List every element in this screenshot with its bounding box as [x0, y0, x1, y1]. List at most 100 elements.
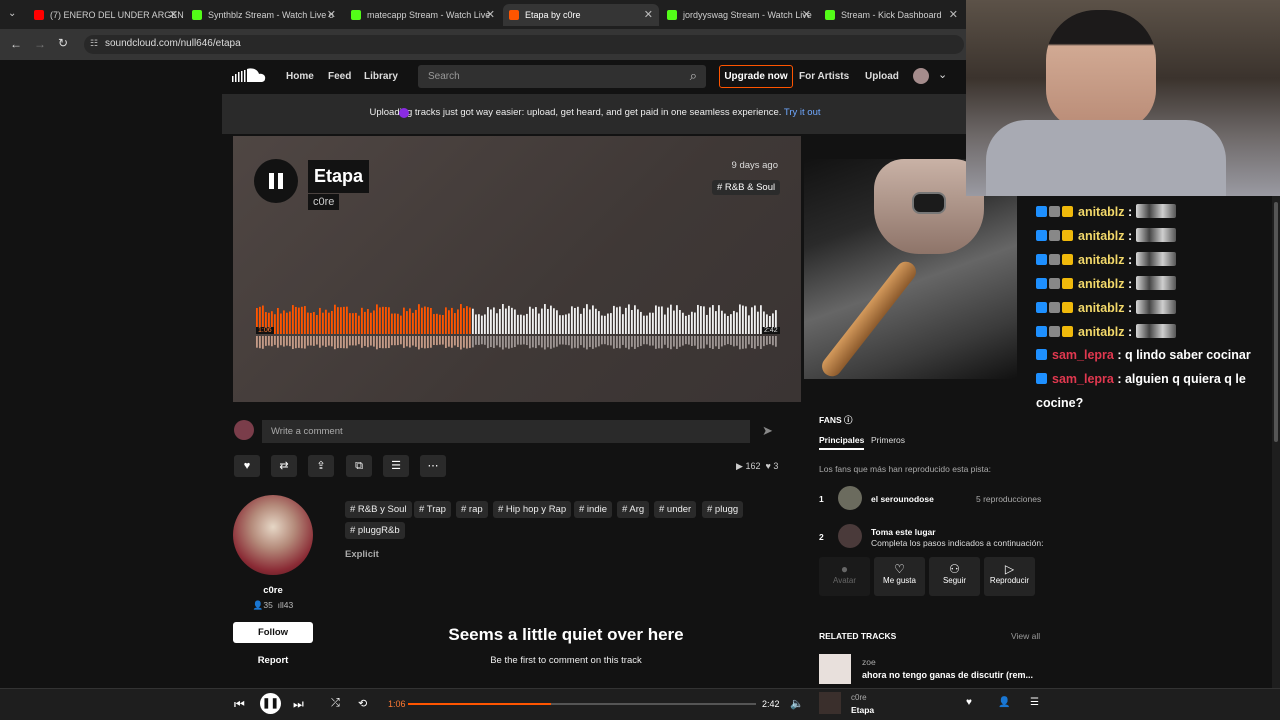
- chat-message-continuation: cocine?: [1036, 396, 1084, 410]
- view-all-link[interactable]: View all: [1011, 631, 1040, 641]
- chat-username[interactable]: anitablz: [1078, 205, 1125, 219]
- chat-username[interactable]: sam_lepra: [1052, 372, 1114, 386]
- copy-link-button[interactable]: ⧉: [346, 455, 372, 477]
- play-step-button[interactable]: ▷ Reproducir: [984, 557, 1035, 596]
- site-info-icon[interactable]: ☷: [90, 38, 98, 49]
- browser-tab[interactable]: matecapp Stream - Watch Live ✕: [345, 4, 501, 26]
- now-playing-artwork[interactable]: [819, 692, 841, 714]
- chat-username[interactable]: sam_lepra: [1052, 348, 1114, 362]
- tab-close-icon[interactable]: ✕: [644, 8, 653, 21]
- fan-avatar[interactable]: [838, 486, 862, 510]
- waveform-reflection: [643, 336, 645, 345]
- related-title[interactable]: ahora no tengo ganas de discutir (rem...: [862, 670, 1033, 680]
- url-field[interactable]: ☷ soundcloud.com/null646/etapa: [84, 35, 964, 54]
- scrollbar[interactable]: [1272, 196, 1280, 720]
- genre-tag[interactable]: # R&B & Soul: [712, 180, 781, 195]
- related-artwork[interactable]: [819, 654, 851, 684]
- browser-tab[interactable]: Stream - Kick Dashboard ✕: [819, 4, 964, 26]
- tag-chip[interactable]: # under: [654, 501, 697, 518]
- chat-username[interactable]: anitablz: [1078, 229, 1125, 243]
- info-icon[interactable]: ⓘ: [844, 415, 853, 425]
- waveform-reflection: [385, 336, 387, 349]
- player-follow-icon[interactable]: 👤: [998, 697, 1010, 708]
- waveform-bar: [622, 314, 624, 334]
- tag-chip[interactable]: # plugg: [702, 501, 744, 518]
- player-like-icon[interactable]: ♥: [966, 697, 972, 708]
- chat-username[interactable]: anitablz: [1078, 277, 1125, 291]
- track-artist-link[interactable]: c0re: [308, 194, 340, 210]
- tag-chip[interactable]: # pluggR&b: [345, 522, 405, 539]
- tab-close-icon[interactable]: ✕: [949, 8, 958, 21]
- artist-name[interactable]: c0re: [233, 585, 313, 596]
- next-icon[interactable]: ⏭: [293, 697, 304, 712]
- avatar[interactable]: [913, 68, 929, 84]
- browser-tab[interactable]: Synthblz Stream - Watch Live o ✕: [186, 4, 342, 26]
- tab-close-icon[interactable]: ✕: [169, 8, 178, 21]
- volume-icon[interactable]: 🔈: [790, 697, 804, 710]
- like-step-button[interactable]: ♡ Me gusta: [874, 557, 925, 596]
- tab-list-chevron-icon[interactable]: ⌄: [8, 8, 16, 19]
- tab-close-icon[interactable]: ✕: [327, 8, 336, 21]
- chat-message: anitablz :: [1036, 324, 1176, 339]
- tag-chip[interactable]: # indie: [574, 501, 612, 518]
- report-link[interactable]: Report: [233, 655, 313, 666]
- artist-avatar[interactable]: [233, 495, 313, 575]
- chat-username[interactable]: anitablz: [1078, 301, 1125, 315]
- chat-username[interactable]: anitablz: [1078, 253, 1125, 267]
- upgrade-button[interactable]: Upgrade now: [719, 65, 793, 88]
- like-button[interactable]: ♥: [234, 455, 260, 477]
- player-pause-button[interactable]: ❚❚: [260, 693, 281, 714]
- scrollbar-thumb[interactable]: [1274, 202, 1278, 442]
- add-to-playlist-button[interactable]: ☰: [383, 455, 409, 477]
- browser-tab[interactable]: (7) ENERO DEL UNDER ARGENT ✕: [28, 4, 184, 26]
- soundcloud-logo-icon[interactable]: [232, 67, 266, 84]
- waveform[interactable]: [256, 290, 778, 356]
- follow-step-button[interactable]: ⚇ Seguir: [929, 557, 980, 596]
- related-artist[interactable]: zoe: [862, 657, 876, 667]
- webcam-person-shape: [1046, 10, 1156, 130]
- browser-tab[interactable]: jordyyswag Stream - Watch Live ✕: [661, 4, 817, 26]
- nav-upload[interactable]: Upload: [865, 71, 899, 82]
- more-button[interactable]: ⋯: [420, 455, 446, 477]
- pause-button[interactable]: [254, 159, 298, 203]
- nav-home[interactable]: Home: [286, 71, 314, 82]
- chat-username[interactable]: anitablz: [1078, 325, 1125, 339]
- previous-icon[interactable]: ⏮: [234, 697, 245, 712]
- chevron-down-icon[interactable]: ⌄: [938, 68, 947, 81]
- forward-icon[interactable]: →: [34, 37, 46, 51]
- queue-icon[interactable]: ☰: [1030, 697, 1039, 708]
- tag-chip[interactable]: # Arg: [617, 501, 650, 518]
- waveform-reflection: [622, 336, 624, 345]
- send-icon[interactable]: ➤: [762, 423, 773, 439]
- fan-name[interactable]: el serounodose: [871, 494, 934, 504]
- search-input[interactable]: Search ⌕: [418, 65, 706, 88]
- banner-link[interactable]: Try it out: [784, 107, 821, 118]
- share-button[interactable]: ⇪: [308, 455, 334, 477]
- repeat-icon[interactable]: ⟲: [358, 697, 367, 710]
- nav-for-artists[interactable]: For Artists: [799, 71, 849, 82]
- back-icon[interactable]: ←: [10, 37, 22, 51]
- tag-chip[interactable]: # R&B y Soul: [345, 501, 412, 518]
- tab-primeros[interactable]: Primeros: [871, 435, 905, 445]
- now-playing-title[interactable]: Etapa: [851, 705, 874, 715]
- waveform-reflection: [757, 336, 759, 347]
- search-icon[interactable]: ⌕: [690, 68, 697, 84]
- nav-library[interactable]: Library: [364, 71, 398, 82]
- waveform-bar: [466, 306, 468, 334]
- tag-chip[interactable]: # Hip hop y Rap: [493, 501, 572, 518]
- follow-button[interactable]: Follow: [233, 622, 313, 643]
- tag-chip[interactable]: # Trap: [414, 501, 451, 518]
- tab-principales[interactable]: Principales: [819, 435, 865, 450]
- comment-input[interactable]: Write a comment: [262, 420, 750, 443]
- reload-icon[interactable]: ↻: [58, 36, 68, 50]
- browser-tab[interactable]: Etapa by c0re ✕: [503, 4, 659, 26]
- tag-chip[interactable]: # rap: [456, 501, 488, 518]
- tab-close-icon[interactable]: ✕: [486, 8, 495, 21]
- now-playing-artist[interactable]: c0re: [851, 693, 867, 702]
- tab-close-icon[interactable]: ✕: [802, 8, 811, 21]
- avatar-step: ● Avatar: [819, 557, 870, 596]
- shuffle-icon[interactable]: ⤮: [331, 697, 340, 710]
- like-count-icon: ♥: [765, 461, 771, 471]
- repost-button[interactable]: ⇄: [271, 455, 297, 477]
- nav-feed[interactable]: Feed: [328, 71, 351, 82]
